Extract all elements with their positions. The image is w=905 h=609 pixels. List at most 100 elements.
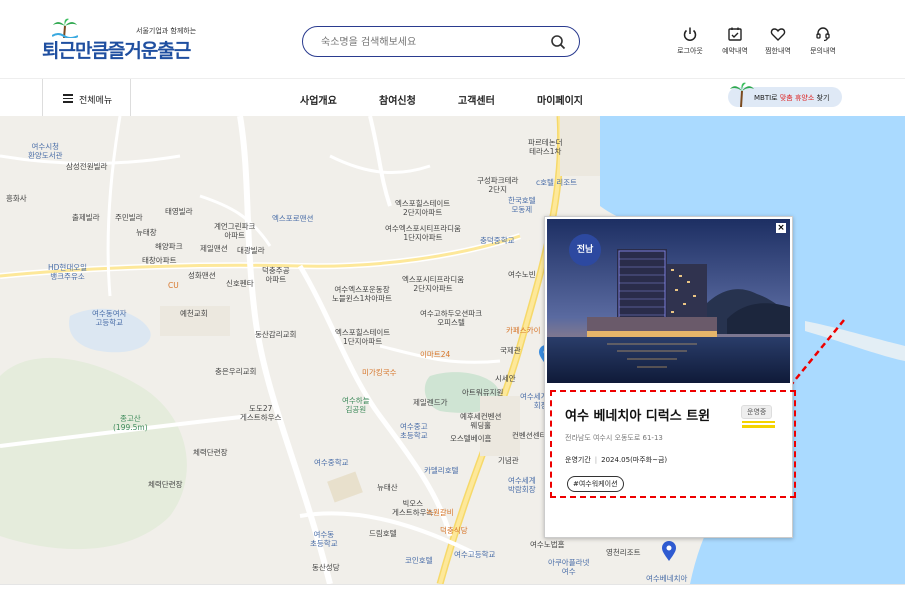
map-label: 체력단련장	[148, 480, 183, 489]
map-label: HD현대오일 뱅크주유소	[48, 263, 88, 281]
close-icon[interactable]: ×	[776, 223, 786, 233]
map-label: 여수동 초등학교	[310, 530, 338, 548]
highlight-mark	[742, 425, 775, 428]
map-label: 여수중학교	[314, 458, 349, 467]
map-pin-icon[interactable]	[661, 540, 677, 562]
map-label: 출제빌라	[72, 213, 100, 222]
wishlist-button[interactable]: 찜한내역	[753, 26, 803, 56]
mbti-highlight: 맞춤 휴양소	[779, 94, 815, 102]
wishlist-label: 찜한내역	[765, 47, 791, 55]
map-label: 여수엑스포시티프라디움 1단지아파트	[385, 224, 461, 242]
map-label: 충덕중학교	[480, 236, 515, 245]
map-label: 덕충식당	[440, 526, 468, 535]
map-label: 충은우리교회	[215, 367, 257, 376]
palm-tree-logo-icon	[52, 18, 78, 38]
map-label: 여수엑스포운동장 노블윈스1차아파트	[332, 285, 392, 303]
map-label: 도도27 게스트하우스	[240, 404, 282, 422]
map-label: 영천리조트	[606, 548, 641, 557]
search-icon[interactable]	[550, 34, 566, 50]
map-label: 체력단련장	[193, 448, 228, 457]
map-label: 시세안	[495, 374, 516, 383]
map-label: 파르테논더 테라스1차	[528, 138, 563, 156]
site-logo[interactable]: 서울기업과 함께하는 퇴근만큼즐거운출근	[42, 18, 202, 70]
map-label: 흥화사	[6, 194, 27, 203]
map-label: 계언그린파크 아파트	[214, 222, 256, 240]
map-label: 오스텔베이흠	[450, 434, 492, 443]
map-label: 삼성전원빌라	[66, 162, 108, 171]
accommodation-photo[interactable]: 전남 ×	[547, 219, 790, 383]
map-label: 예후세컨벤션 웨딩홀	[460, 412, 502, 430]
hashtag-chip[interactable]: #여수워케이션	[567, 476, 624, 492]
map-label: 여수하늘 김공원	[342, 396, 370, 414]
logo-title: 퇴근만큼즐거운출근	[42, 40, 191, 62]
site-header: 서울기업과 함께하는 퇴근만큼즐거운출근 로그아웃 예약내역 찜한내역	[0, 6, 905, 78]
map-label: 태영빌라	[165, 207, 193, 216]
nav-my-page[interactable]: 마이페이지	[537, 92, 583, 107]
map-label: 구성파크테라 2단지	[477, 176, 519, 194]
map-label: 미가킹국수	[362, 368, 397, 377]
accommodation-name[interactable]: 여수 베네치아 디럭스 트윈	[565, 405, 710, 424]
map-label: 동산성당	[312, 563, 340, 572]
map-label: 뉴태산	[377, 483, 398, 492]
map-label: 기념관	[498, 456, 519, 465]
map-label: 여수중고 초등학교	[400, 422, 428, 440]
map-label: 여수베네치아	[646, 574, 688, 583]
map-label: 여수노빈	[508, 270, 536, 279]
map-label: 제일맨션	[200, 244, 228, 253]
map-label: 아쿠아플라넷 여수	[548, 558, 590, 576]
region-badge: 전남	[569, 234, 601, 266]
map-label: c호텔 리조트	[536, 178, 578, 187]
map-label: 이마트24	[420, 350, 451, 359]
map-label: 해양파크	[155, 242, 183, 251]
period-value: 2024.05(마주화~금)	[601, 456, 668, 464]
mbti-prefix: MBTI로	[754, 94, 778, 102]
all-menu-button[interactable]: 전체메뉴	[42, 79, 131, 117]
map-label: 덕충주공 아파트	[262, 266, 290, 284]
map-label: 성화맨션	[188, 271, 216, 280]
map-label: 대광빌라	[237, 246, 265, 255]
bottom-bar	[0, 584, 905, 609]
nav-apply[interactable]: 참여신청	[379, 92, 416, 107]
map-label: 여수세계박람회장	[508, 476, 536, 494]
map-label: 뉴태창	[136, 228, 157, 237]
map-label: 여수고하두오션파크 오피스텔	[420, 309, 483, 327]
palm-tree-icon	[730, 82, 754, 107]
map-label: 컨벤션센터	[512, 431, 547, 440]
map-label: 여수고등학교	[454, 550, 496, 559]
logout-label: 로그아웃	[677, 47, 703, 55]
mbti-suffix: 찾기	[816, 94, 830, 102]
calendar-check-icon	[728, 27, 742, 41]
power-icon	[683, 27, 697, 41]
accommodation-popup[interactable]: 전남 × 여수 베네치아 디럭스 트윈 운영중 전라남도 여수시 오동도로 61…	[544, 216, 793, 538]
hamburger-icon	[63, 94, 73, 103]
nav-customer-center[interactable]: 고객센터	[458, 92, 495, 107]
period-label: 운영기간	[565, 456, 591, 464]
logout-button[interactable]: 로그아웃	[665, 26, 715, 56]
heart-icon	[770, 28, 786, 41]
operation-period: 운영기간 | 2024.05(마주화~금)	[565, 456, 668, 464]
headset-icon	[816, 27, 830, 42]
map-label: 엑스포힐스테이트 1단지아파트	[335, 328, 391, 346]
search-input[interactable]	[319, 33, 543, 52]
logo-subtitle: 서울기업과 함께하는	[136, 27, 197, 35]
all-menu-label: 전체메뉴	[79, 96, 113, 106]
map-label: 여수시청 환양도서관	[28, 142, 63, 160]
map-label: 카델리호텔	[424, 466, 459, 475]
map-label: 아트워유지원	[462, 388, 504, 397]
map-label: 엑스포로맨션	[272, 214, 314, 223]
status-badge: 운영중	[741, 405, 773, 419]
mbti-search-banner[interactable]: MBTI로 맞춤 휴양소 찾기	[728, 82, 842, 107]
search-box	[302, 26, 580, 57]
nav-business-overview[interactable]: 사업개요	[300, 92, 337, 107]
map-label: 코인호텔	[405, 556, 433, 565]
map-label: 태창아파트	[142, 256, 177, 265]
map-label: 신호펜타	[226, 279, 254, 288]
map-label: 동산감리교회	[255, 330, 297, 339]
map-label: 카페스카이	[506, 326, 541, 335]
inquiry-history-label: 문의내역	[810, 47, 836, 55]
inquiry-history-button[interactable]: 문의내역	[798, 26, 848, 56]
map-label: 주민빌라	[115, 213, 143, 222]
map-label: 엑스포힐스테이트 2단지아파트	[395, 199, 451, 217]
map-label: 여수노법홈	[530, 540, 565, 549]
map-label: 한국호텔 모동제	[508, 196, 536, 214]
